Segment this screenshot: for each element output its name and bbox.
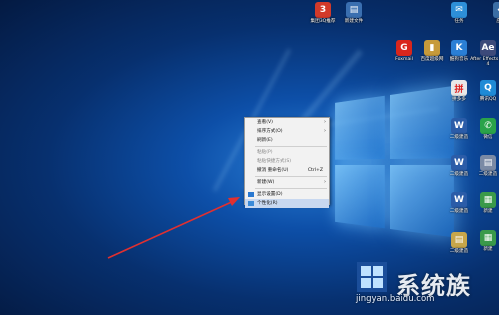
menu-item-label: 个性化(R) bbox=[257, 201, 278, 206]
menu-item-label: 显示设置(D) bbox=[257, 192, 283, 197]
menu-item-label: 查看(V) bbox=[257, 120, 273, 125]
chevron-right-icon: › bbox=[324, 128, 326, 134]
menu-item[interactable]: 粘贴快捷方式(S) bbox=[245, 157, 329, 166]
watermark-url: jingyan.baidu.com bbox=[356, 294, 435, 304]
menu-item-label: 刷新(E) bbox=[257, 138, 273, 143]
menu-separator bbox=[255, 176, 327, 177]
menu-item[interactable]: 个性化(R) bbox=[245, 199, 329, 208]
menu-item-label: 新建(W) bbox=[257, 180, 275, 185]
menu-item-label: 粘贴快捷方式(S) bbox=[257, 159, 292, 164]
windows-logo-icon bbox=[357, 262, 387, 292]
personalize-icon bbox=[248, 201, 254, 206]
menu-item-label: 粘贴(P) bbox=[257, 150, 273, 155]
desktop-context-menu: 查看(V) › 排序方式(O) › 刷新(E) 粘贴(P) 粘贴快捷方式(S) 撤消 重命名(… bbox=[244, 117, 330, 208]
menu-item[interactable]: 粘贴(P) bbox=[245, 148, 329, 157]
menu-item[interactable]: 排序方式(O) › bbox=[245, 127, 329, 136]
menu-item[interactable]: 撤消 重命名(U) Ctrl+Z bbox=[245, 166, 329, 175]
chevron-right-icon: › bbox=[324, 119, 326, 125]
menu-item[interactable]: 新建(W) › bbox=[245, 178, 329, 187]
display-icon bbox=[248, 192, 254, 197]
menu-separator bbox=[255, 188, 327, 189]
menu-item-label: 撤消 重命名(U) bbox=[257, 168, 289, 173]
menu-item-shortcut: Ctrl+Z bbox=[307, 168, 323, 173]
menu-item-label: 排序方式(O) bbox=[257, 129, 283, 134]
menu-item[interactable]: 刷新(E) bbox=[245, 136, 329, 145]
chevron-right-icon: › bbox=[324, 179, 326, 185]
menu-separator bbox=[255, 146, 327, 147]
menu-item[interactable]: 显示设置(D) bbox=[245, 190, 329, 199]
menu-item[interactable]: 查看(V) › bbox=[245, 118, 329, 127]
